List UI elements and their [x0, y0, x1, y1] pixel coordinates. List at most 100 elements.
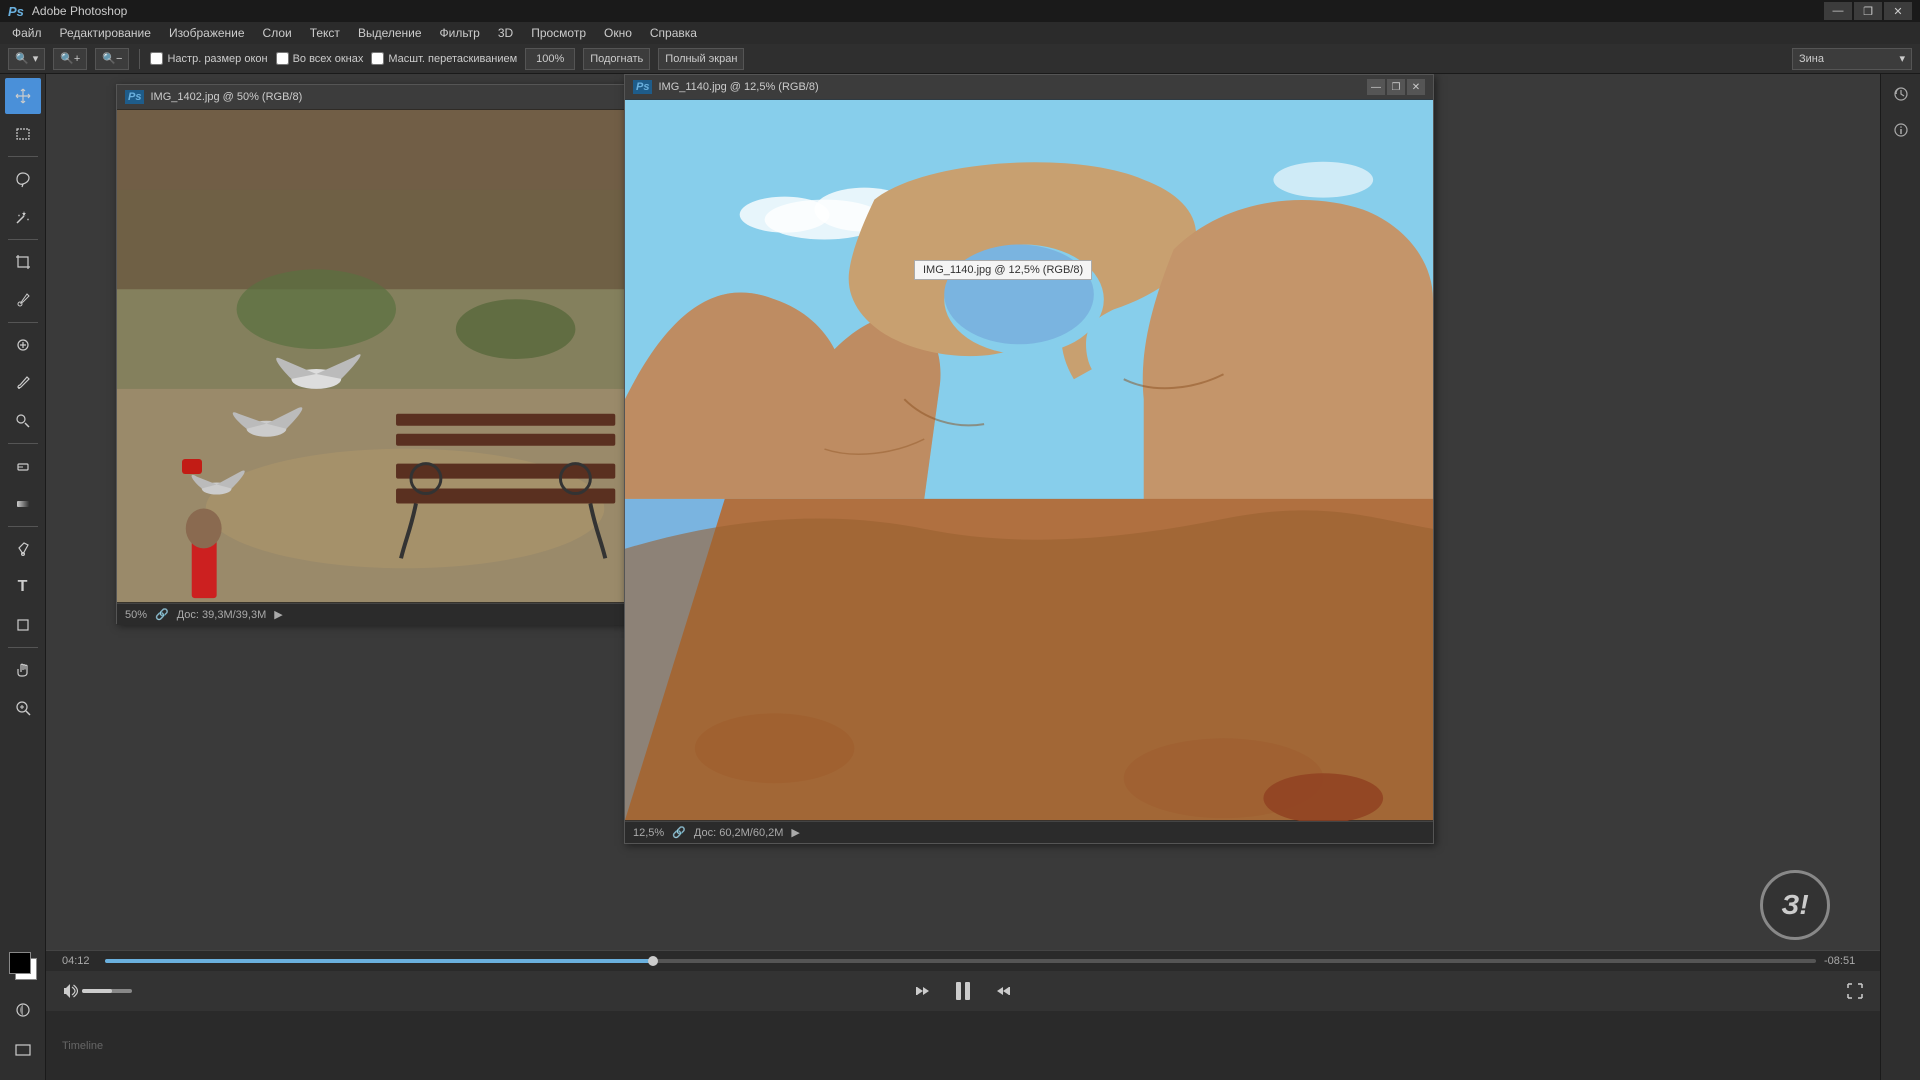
progress-bar-area: 04:12 -08:51	[46, 951, 1880, 971]
drag-zoom-input[interactable]	[371, 52, 384, 65]
eraser-tool[interactable]	[5, 448, 41, 484]
win2-close[interactable]: ✕	[1407, 79, 1425, 95]
title-bar: Ps Adobe Photoshop — ❐ ✕	[0, 0, 1920, 22]
marquee-tool[interactable]	[5, 116, 41, 152]
win2-title: IMG_1140.jpg @ 12,5% (RGB/8)	[658, 81, 818, 93]
menu-image[interactable]: Изображение	[161, 22, 253, 44]
panel-info[interactable]	[1885, 114, 1917, 146]
title-bar-left: Ps Adobe Photoshop	[8, 4, 127, 19]
zoom-in-btn[interactable]: 🔍+	[53, 48, 87, 70]
separator4	[8, 443, 38, 444]
win2-more-btn[interactable]: ▶	[791, 826, 799, 839]
heal-tool[interactable]	[5, 327, 41, 363]
menu-select[interactable]: Выделение	[350, 22, 430, 44]
separator3	[8, 322, 38, 323]
main-area: T	[0, 74, 1920, 1080]
timeline-hint: Timeline	[62, 1040, 103, 1052]
drag-zoom-checkbox[interactable]: Масшт. перетаскиванием	[371, 52, 517, 65]
text-tool[interactable]: T	[5, 569, 41, 605]
win2-max[interactable]: ❐	[1387, 79, 1405, 95]
menu-layers[interactable]: Слои	[255, 22, 300, 44]
menu-file[interactable]: Файл	[4, 22, 50, 44]
menu-edit[interactable]: Редактирование	[52, 22, 159, 44]
win1-titlebar[interactable]: Ps IMG_1402.jpg @ 50% (RGB/8) — ❐ ✕	[117, 85, 693, 109]
win2-docsize: Доc: 60,2М/60,2М	[694, 827, 784, 839]
eraser-icon	[14, 457, 32, 475]
menu-window[interactable]: Окно	[596, 22, 640, 44]
win2-titlebar[interactable]: Ps IMG_1140.jpg @ 12,5% (RGB/8) — ❐ ✕	[625, 75, 1433, 99]
pen-tool[interactable]	[5, 531, 41, 567]
dropdown-arrow: ▾	[1899, 52, 1905, 65]
lasso-tool[interactable]	[5, 161, 41, 197]
win2-zoom: 12,5%	[633, 827, 664, 839]
fullscreen-btn[interactable]: Полный экран	[658, 48, 744, 70]
time-right: -08:51	[1824, 955, 1864, 967]
play-pause-btn[interactable]	[949, 977, 977, 1005]
custom-size-input[interactable]	[150, 52, 163, 65]
gradient-icon	[14, 495, 32, 513]
win1-more-btn[interactable]: ▶	[274, 608, 282, 621]
maximize-button[interactable]: ❐	[1854, 2, 1882, 20]
shape-icon	[14, 616, 32, 634]
toolbar: T	[0, 74, 46, 1080]
menu-3d[interactable]: 3D	[490, 22, 521, 44]
zoom-out-btn[interactable]: 🔍−	[95, 48, 129, 70]
progress-fill	[105, 959, 653, 963]
watermark-badge: З!	[1760, 870, 1830, 940]
all-windows-checkbox[interactable]: Во всех окнах	[276, 52, 364, 65]
progress-track[interactable]	[105, 959, 1816, 963]
separator	[8, 156, 38, 157]
menu-text[interactable]: Текст	[302, 22, 348, 44]
win2-min[interactable]: —	[1367, 79, 1385, 95]
forward-btn[interactable]	[993, 981, 1013, 1001]
close-button[interactable]: ✕	[1884, 2, 1912, 20]
foreground-color[interactable]	[9, 952, 37, 980]
eyedropper-icon	[14, 291, 32, 309]
fit-btn[interactable]: Подогнать	[583, 48, 650, 70]
forward-icon	[993, 981, 1013, 1001]
progress-handle[interactable]	[648, 956, 658, 966]
timeline-controls	[46, 971, 1880, 1011]
volume-slider[interactable]	[82, 989, 132, 993]
panel-history[interactable]	[1885, 78, 1917, 110]
pause-icon	[949, 977, 977, 1005]
crop-tool[interactable]	[5, 244, 41, 280]
zoom-tool[interactable]	[5, 690, 41, 726]
hand-tool[interactable]	[5, 652, 41, 688]
win2-ps-icon: Ps	[633, 80, 652, 94]
volume-icon	[62, 983, 78, 999]
watermark-text: З!	[1781, 889, 1808, 921]
magic-wand-tool[interactable]	[5, 199, 41, 235]
volume-btn[interactable]	[62, 983, 78, 999]
menu-view[interactable]: Просмотр	[523, 22, 594, 44]
rewind-btn[interactable]	[913, 981, 933, 1001]
time-left: 04:12	[62, 955, 97, 967]
separator6	[8, 647, 38, 648]
all-windows-input[interactable]	[276, 52, 289, 65]
minimize-button[interactable]: —	[1824, 2, 1852, 20]
move-tool[interactable]	[5, 78, 41, 114]
menu-help[interactable]: Справка	[642, 22, 705, 44]
info-icon	[1892, 121, 1910, 139]
zoom-tool-icon: 🔍	[15, 52, 29, 65]
screen-mode-tool[interactable]	[5, 1032, 41, 1068]
expand-btn[interactable]	[1846, 982, 1864, 1000]
fullscreen-btn-area	[1846, 982, 1864, 1000]
screen-mode-icon	[14, 1041, 32, 1059]
brush-tool[interactable]	[5, 365, 41, 401]
win1-statusbar: 50% 🔗 Доc: 39,3М/39,3М ▶	[117, 603, 693, 625]
win1-docsize: Доc: 39,3М/39,3М	[177, 609, 267, 621]
menu-filter[interactable]: Фильтр	[432, 22, 488, 44]
drag-zoom-label: Масшт. перетаскиванием	[388, 53, 517, 65]
gradient-tool[interactable]	[5, 486, 41, 522]
window-1: Ps IMG_1402.jpg @ 50% (RGB/8) — ❐ ✕	[116, 84, 694, 624]
quick-mask-tool[interactable]	[5, 992, 41, 1028]
custom-size-checkbox[interactable]: Настр. размер окон	[150, 52, 267, 65]
stamp-tool[interactable]	[5, 403, 41, 439]
shape-tool[interactable]	[5, 607, 41, 643]
user-dropdown[interactable]: Зина ▾	[1792, 48, 1912, 70]
zoom-tool-btn[interactable]: 🔍 ▾	[8, 48, 45, 70]
quick-mask-icon	[14, 1001, 32, 1019]
window-2: Ps IMG_1140.jpg @ 12,5% (RGB/8) — ❐ ✕	[624, 74, 1434, 844]
eyedropper-tool[interactable]	[5, 282, 41, 318]
